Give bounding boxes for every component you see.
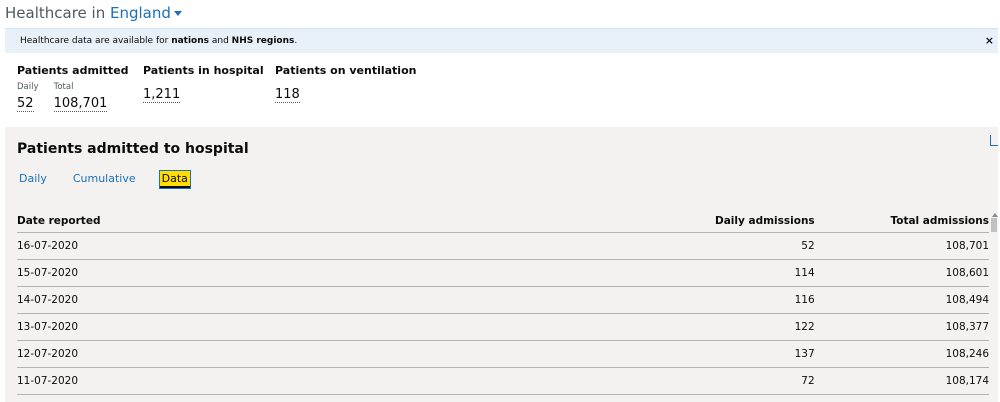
cell-daily: 116 — [164, 286, 815, 314]
stat-title: Patients in hospital — [143, 64, 264, 77]
cell-date: 12-07-2020 — [17, 340, 165, 368]
stat-total-value[interactable]: 108,701 — [53, 96, 108, 112]
tab-cumulative[interactable]: Cumulative — [71, 171, 138, 188]
cell-total: 108,494 — [814, 286, 989, 314]
table-row: 15-07-2020 114 108,601 — [17, 259, 989, 287]
cell-date: 11-07-2020 — [17, 367, 165, 395]
info-banner: Healthcare data are available for nation… — [5, 28, 998, 53]
cell-daily: 137 — [164, 340, 815, 368]
close-icon[interactable]: × — [985, 34, 994, 47]
nations-link[interactable]: nations — [171, 36, 209, 46]
cell-date: 13-07-2020 — [17, 313, 165, 341]
banner-text: Healthcare data are available for — [20, 36, 172, 46]
region-selector[interactable]: England — [110, 4, 182, 22]
cell-date: 15-07-2020 — [17, 259, 165, 287]
cell-total: 108,377 — [814, 313, 989, 341]
cell-date: 16-07-2020 — [17, 232, 165, 260]
cell-total: 108,701 — [814, 232, 989, 260]
region-label: England — [109, 4, 171, 22]
table-row: 11-07-2020 72 108,174 — [17, 367, 989, 395]
admissions-card: Patients admitted to hospital Daily Cumu… — [5, 127, 998, 402]
cell-daily: 52 — [164, 232, 815, 260]
cell-total: 108,601 — [814, 259, 989, 287]
stat-value[interactable]: 118 — [275, 87, 300, 103]
table-row: 16-07-2020 52 108,701 — [17, 232, 989, 260]
stat-patients-admitted: Patients admitted Daily 52 Total 108,701 — [17, 64, 129, 112]
page-header: Healthcare in England — [5, 4, 182, 22]
card-title: Patients admitted to hospital — [17, 141, 249, 157]
cell-daily: 114 — [164, 259, 815, 287]
stat-title: Patients admitted — [17, 64, 129, 77]
expand-icon[interactable] — [990, 135, 998, 146]
tab-daily[interactable]: Daily — [17, 171, 49, 188]
cell-daily: 122 — [164, 313, 815, 341]
stat-total-label: Total — [53, 82, 74, 92]
table-row: 12-07-2020 137 108,246 — [17, 340, 989, 368]
stat-title: Patients on ventilation — [275, 64, 417, 77]
view-tabs: Daily Cumulative Data — [17, 170, 212, 189]
stat-patients-on-ventilation: Patients on ventilation 118 — [275, 64, 416, 103]
cell-total: 108,174 — [814, 367, 989, 395]
header-prefix: Healthcare in — [5, 4, 106, 22]
cell-date: 14-07-2020 — [17, 286, 165, 314]
scroll-thumb[interactable] — [991, 218, 997, 232]
stat-daily: Daily 52 — [17, 77, 39, 112]
scroll-up-icon[interactable] — [991, 213, 998, 217]
col-total-admissions[interactable]: Total admissions — [814, 210, 989, 233]
banner-text-end: . — [294, 36, 298, 46]
nhs-regions-link[interactable]: NHS regions — [232, 36, 295, 46]
table-row: 14-07-2020 116 108,494 — [17, 286, 989, 314]
stat-daily-label: Daily — [17, 82, 39, 92]
stat-daily-value[interactable]: 52 — [17, 96, 34, 112]
caret-down-icon — [173, 11, 182, 16]
stat-total: Total 108,701 — [53, 77, 108, 112]
col-date-reported[interactable]: Date reported — [17, 210, 165, 233]
cell-daily: 72 — [164, 367, 815, 395]
table-header-row: Date reported Daily admissions Total adm… — [17, 210, 989, 233]
table-scrollbar[interactable] — [991, 213, 998, 402]
banner-message: Healthcare data are available for nation… — [20, 36, 297, 46]
cell-total: 108,246 — [814, 340, 989, 368]
stat-value[interactable]: 1,211 — [143, 87, 181, 103]
col-daily-admissions[interactable]: Daily admissions — [164, 210, 815, 233]
stat-patients-in-hospital: Patients in hospital 1,211 — [143, 64, 264, 103]
table-row: 13-07-2020 122 108,377 — [17, 313, 989, 341]
tab-data[interactable]: Data — [158, 170, 191, 189]
admissions-table: Date reported Daily admissions Total adm… — [17, 210, 989, 395]
banner-text-mid: and — [209, 36, 232, 46]
